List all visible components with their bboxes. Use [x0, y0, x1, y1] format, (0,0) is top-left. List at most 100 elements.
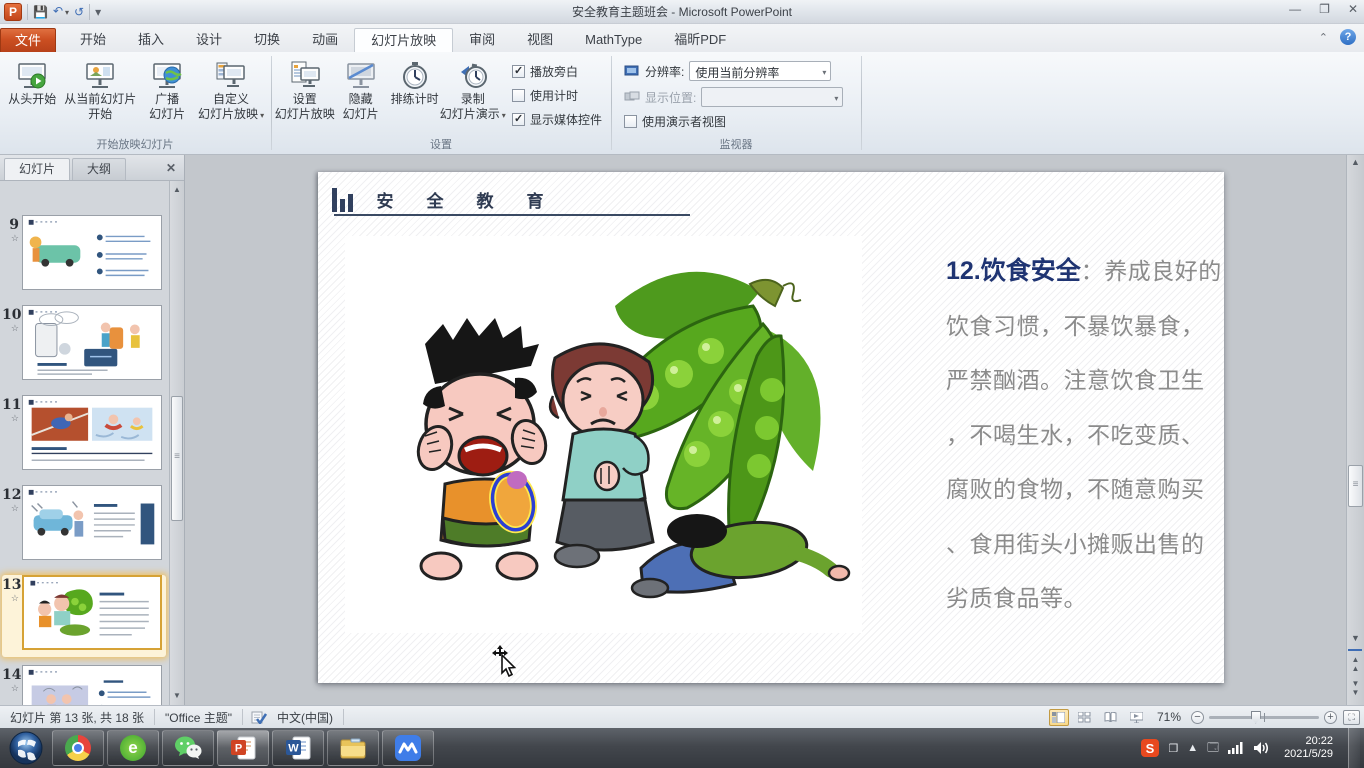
checkbox-presenter-view[interactable]: 使用演示者视图	[624, 113, 843, 130]
scroll-down-icon[interactable]: ▼	[1348, 633, 1363, 643]
thumbnail-art	[22, 305, 162, 380]
from-current-slide-button[interactable]: 从当前幻灯片 开始	[60, 55, 140, 123]
slide-thumbnail-9[interactable]: 9☆	[2, 215, 166, 297]
group-label: 设置	[272, 136, 610, 152]
window-layer-icon[interactable]: ❐	[1168, 742, 1178, 755]
group-monitors: 分辨率: 使用当前分辨率 ▾ 显示位置: ▾ 使用演示者视	[612, 52, 862, 154]
minimize-button[interactable]: —	[1289, 2, 1301, 16]
slide-illustration[interactable]	[345, 236, 862, 633]
zoom-in-icon[interactable]: +	[1324, 711, 1337, 724]
main-scrollbar[interactable]: ▲ ▼ ▲▲ ▼▼	[1346, 155, 1364, 705]
pane-tab-outline[interactable]: 大纲	[72, 158, 126, 180]
slide-body-text[interactable]: 12.饮食安全：养成良好的 饮食习惯，不暴饮暴食， 严禁酗酒。注意饮食卫生 ，不…	[946, 244, 1222, 626]
animation-star-icon: ☆	[2, 683, 22, 694]
zoom-slider-thumb[interactable]	[1251, 711, 1261, 724]
tab-animations[interactable]: 动画	[296, 28, 354, 52]
ribbon: 从头开始 从当前幻灯片 开始 广播 幻灯片 自定义 幻灯片放映▾ 开始放映幻灯片	[0, 52, 1364, 155]
scroll-up-icon[interactable]: ▲	[171, 183, 183, 197]
slide-thumbnail-14[interactable]: 14☆	[2, 665, 166, 705]
resolution-label: 分辨率:	[645, 63, 684, 80]
collapse-ribbon-icon[interactable]: ⌃	[1319, 31, 1328, 44]
tab-slideshow[interactable]: 幻灯片放映	[354, 28, 453, 52]
browser-360-icon: e	[120, 735, 146, 761]
slide-sorter-view-button[interactable]	[1075, 709, 1095, 726]
reading-view-button[interactable]	[1101, 709, 1121, 726]
pane-tab-slides[interactable]: 幻灯片	[4, 158, 70, 180]
taskbar-meeting-app[interactable]	[382, 730, 434, 766]
word-icon: W	[284, 735, 312, 761]
restore-button[interactable]: ❐	[1319, 2, 1330, 16]
zoom-percentage[interactable]: 71%	[1153, 710, 1185, 724]
taskbar-wechat[interactable]	[162, 730, 214, 766]
dropdown-arrow-icon: ▾	[822, 68, 826, 77]
sogou-input-icon[interactable]: S	[1141, 739, 1159, 757]
help-icon[interactable]: ?	[1340, 29, 1356, 45]
network-signal-icon[interactable]	[1228, 742, 1244, 754]
taskbar-word[interactable]: W	[272, 730, 324, 766]
record-slideshow-button[interactable]: 录制 幻灯片演示▾	[442, 55, 504, 124]
start-button[interactable]	[8, 730, 44, 766]
volume-icon[interactable]	[1253, 741, 1269, 755]
thumbnail-art	[22, 665, 162, 705]
language-indicator[interactable]: 中文(中国)	[267, 709, 343, 726]
taskbar-clock[interactable]: 20:22 2021/5/29	[1278, 735, 1339, 761]
slide-thumbnail-13-selected[interactable]: 13☆	[2, 575, 166, 657]
theme-name[interactable]: "Office 主题"	[155, 709, 242, 726]
next-slide-button[interactable]: ▼▼	[1348, 679, 1363, 697]
tab-file[interactable]: 文件	[0, 28, 56, 52]
zoom-slider[interactable]: − +	[1191, 711, 1337, 724]
svg-text:S: S	[1146, 741, 1155, 756]
show-hidden-icons[interactable]: ▲	[1187, 742, 1198, 754]
close-button[interactable]: ✕	[1348, 2, 1358, 16]
body-lead: 12.饮食安全	[946, 257, 1081, 285]
rehearse-timings-button[interactable]: 排练计时	[388, 55, 442, 108]
slide-thumbnail-10[interactable]: 10☆	[2, 305, 166, 387]
slideshow-view-button[interactable]	[1127, 709, 1147, 726]
tab-view[interactable]: 视图	[511, 28, 569, 52]
fit-to-window-icon[interactable]: ⛶	[1343, 710, 1360, 725]
scroll-up-icon[interactable]: ▲	[1348, 157, 1363, 167]
slides-pane: 幻灯片 大纲 ✕ 9☆ 10☆ 11☆	[0, 155, 185, 705]
show-desktop-button[interactable]	[1348, 728, 1360, 768]
taskbar-powerpoint[interactable]: P	[217, 730, 269, 766]
chrome-icon	[65, 735, 91, 761]
tab-home[interactable]: 开始	[64, 28, 122, 52]
taskbar-360-browser[interactable]: e	[107, 730, 159, 766]
checkbox-use-timings[interactable]: 使用计时	[512, 87, 602, 104]
tab-review[interactable]: 审阅	[453, 28, 511, 52]
scrollbar-thumb[interactable]	[1348, 465, 1363, 507]
resolution-select[interactable]: 使用当前分辨率 ▾	[689, 61, 831, 81]
spellcheck-icon[interactable]	[251, 710, 267, 724]
show-on-select: ▾	[701, 87, 843, 107]
scrollbar-thumb[interactable]	[171, 396, 183, 521]
sidebar-scrollbar[interactable]: ▲ ▼	[169, 181, 184, 705]
action-center-icon[interactable]: 🗔	[1207, 739, 1219, 758]
checkbox-play-narrations[interactable]: 播放旁白	[512, 63, 602, 80]
set-up-slideshow-button[interactable]: 设置 幻灯片放映	[276, 55, 334, 123]
record-stopwatch-icon	[457, 60, 489, 92]
checkbox-show-media-controls[interactable]: 显示媒体控件	[512, 111, 602, 128]
food-safety-cartoon	[345, 236, 862, 633]
tab-transitions[interactable]: 切换	[238, 28, 296, 52]
slide-thumbnail-11[interactable]: 11☆	[2, 395, 166, 477]
tab-foxit-pdf[interactable]: 福昕PDF	[658, 28, 742, 52]
taskbar-explorer[interactable]	[327, 730, 379, 766]
slide-thumbnail-12[interactable]: 12☆	[2, 485, 166, 567]
previous-slide-button[interactable]: ▲▲	[1348, 655, 1363, 673]
custom-slideshow-button[interactable]: 自定义 幻灯片放映▾	[194, 55, 268, 124]
tab-insert[interactable]: 插入	[122, 28, 180, 52]
zoom-out-icon[interactable]: −	[1191, 711, 1204, 724]
scroll-down-icon[interactable]: ▼	[171, 689, 183, 703]
normal-view-button[interactable]	[1049, 709, 1069, 726]
taskbar-chrome[interactable]	[52, 730, 104, 766]
from-beginning-button[interactable]: 从头开始	[4, 55, 60, 108]
tab-design[interactable]: 设计	[180, 28, 238, 52]
broadcast-slideshow-button[interactable]: 广播 幻灯片	[140, 55, 194, 123]
close-pane-icon[interactable]: ✕	[166, 161, 176, 175]
thumbnail-art	[22, 485, 162, 560]
stopwatch-icon	[399, 60, 431, 92]
hide-slide-button[interactable]: 隐藏 幻灯片	[334, 55, 388, 123]
tab-mathtype[interactable]: MathType	[569, 28, 658, 52]
folder-icon	[339, 736, 367, 760]
slide-canvas[interactable]: 安全教育	[318, 172, 1224, 683]
